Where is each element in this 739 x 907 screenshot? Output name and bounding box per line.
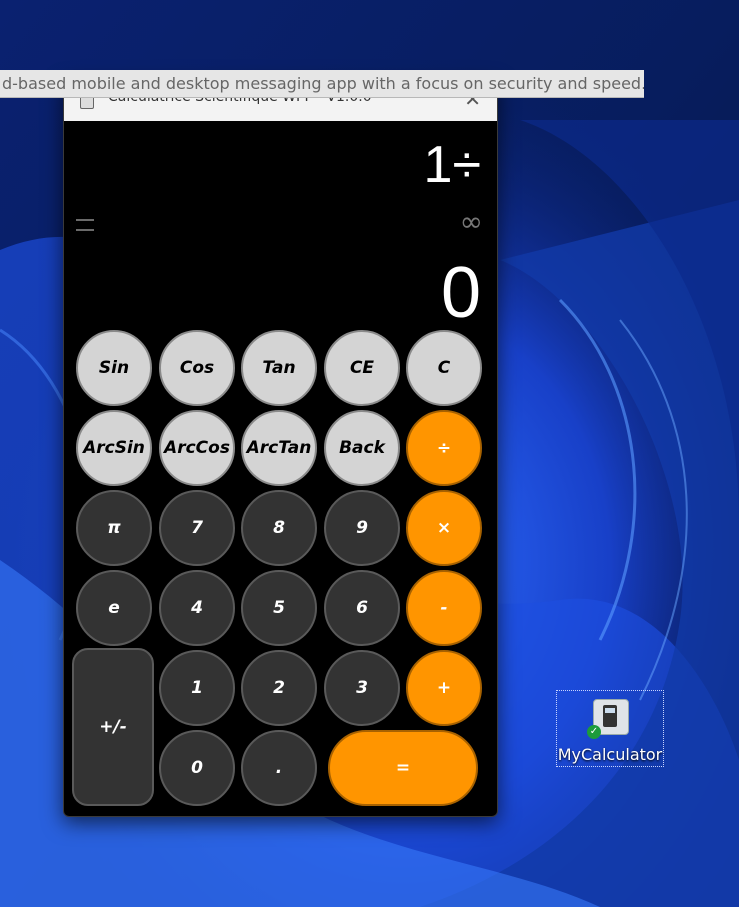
status-display: ∞ [459,205,483,238]
equals-button[interactable]: = [328,730,478,806]
plus-button[interactable]: + [406,650,482,726]
calculator-window: Calculatrice Scientifique WPF - V1.0.0 ✕… [63,78,498,817]
result-display: 0 [440,253,481,333]
expression-display: 1÷ [423,136,481,194]
negate-button[interactable]: +/- [72,648,154,806]
arctan-button[interactable]: ArcTan [241,410,317,486]
sync-checkmark-icon: ✓ [587,725,601,739]
digit-8-button[interactable]: 8 [241,490,317,566]
sin-button[interactable]: Sin [76,330,152,406]
backspace-button[interactable]: Back [324,410,400,486]
decimal-point-button[interactable]: . [241,730,317,806]
digit-4-button[interactable]: 4 [159,570,235,646]
digit-6-button[interactable]: 6 [324,570,400,646]
minus-button[interactable]: - [406,570,482,646]
multiply-button[interactable]: × [406,490,482,566]
desktop-shortcut-mycalculator[interactable]: ✓ MyCalculator [556,690,664,767]
tooltip: d-based mobile and desktop messaging app… [0,70,644,98]
digit-7-button[interactable]: 7 [159,490,235,566]
digit-9-button[interactable]: 9 [324,490,400,566]
divide-button[interactable]: ÷ [406,410,482,486]
pi-button[interactable]: π [76,490,152,566]
desktop-shortcut-label: MyCalculator [557,745,663,764]
e-constant-button[interactable]: e [76,570,152,646]
digit-5-button[interactable]: 5 [241,570,317,646]
digit-2-button[interactable]: 2 [241,650,317,726]
arccos-button[interactable]: ArcCos [159,410,235,486]
clear-button[interactable]: C [406,330,482,406]
tan-button[interactable]: Tan [241,330,317,406]
cos-button[interactable]: Cos [159,330,235,406]
digit-3-button[interactable]: 3 [324,650,400,726]
digit-1-button[interactable]: 1 [159,650,235,726]
arcsin-button[interactable]: ArcSin [76,410,152,486]
digit-0-button[interactable]: 0 [159,730,235,806]
history-menu-icon[interactable] [76,219,94,231]
clear-entry-button[interactable]: CE [324,330,400,406]
